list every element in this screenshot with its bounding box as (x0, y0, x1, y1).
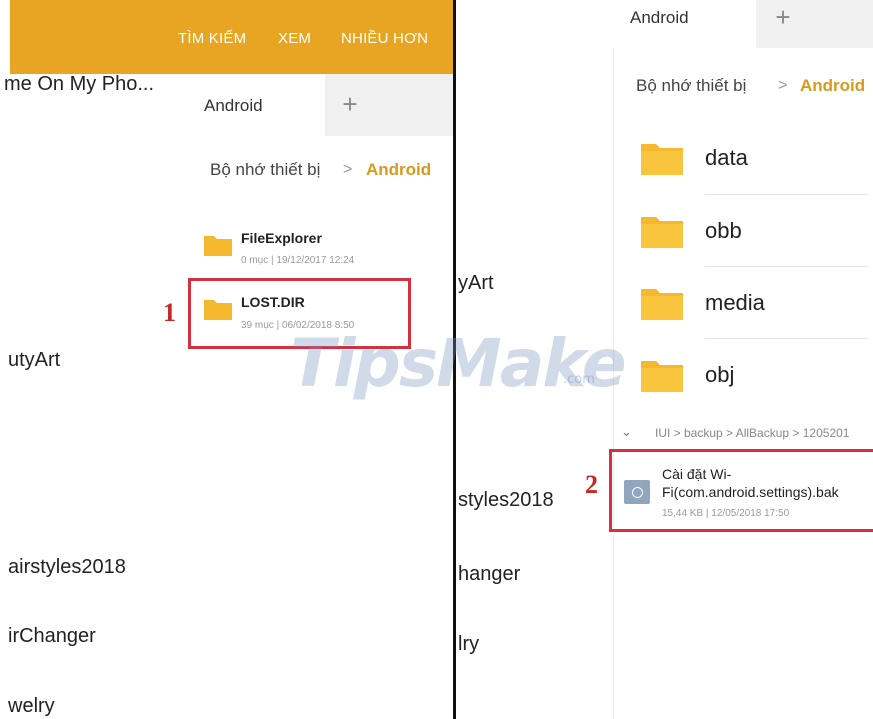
more-menu[interactable]: NHIỀU HƠN (341, 30, 428, 47)
tab-label: Android (204, 96, 263, 115)
row-divider (705, 338, 868, 339)
folder-name: data (705, 145, 748, 170)
list-item[interactable]: data (630, 130, 873, 194)
highlight-box (609, 449, 873, 532)
item-name: FileExplorer (241, 230, 322, 246)
backup-path: IUI > backup > AllBackup > 1205201 (655, 426, 850, 440)
bg-list-item[interactable]: styles2018 (458, 489, 554, 512)
tab-label: Android (630, 8, 689, 27)
folder-icon (641, 361, 683, 392)
app-toolbar: TÌM KIẾM XEM NHIỀU HƠN (10, 0, 456, 74)
list-item[interactable]: obj (630, 347, 873, 411)
bg-list-item[interactable]: irChanger (8, 625, 96, 648)
breadcrumb-separator: > (343, 161, 353, 178)
folder-icon (641, 144, 683, 175)
bg-list-item[interactable]: airstyles2018 (8, 556, 126, 579)
bg-list-item[interactable]: yArt (458, 272, 494, 295)
breadcrumb-current[interactable]: Android (366, 160, 431, 180)
bg-list-item[interactable]: welry (8, 695, 55, 718)
watermark: TipsMake (290, 325, 627, 402)
bg-list-item[interactable]: utyArt (8, 349, 60, 372)
breadcrumb-separator: > (778, 77, 788, 94)
view-menu[interactable]: XEM (278, 30, 311, 47)
step-number: 2 (585, 470, 598, 499)
bg-list-item[interactable]: lry (458, 633, 479, 656)
folder-icon (641, 217, 683, 248)
folder-icon (204, 236, 232, 256)
watermark-domain: .com (563, 372, 595, 387)
tab-android[interactable]: Android (613, 0, 756, 48)
folder-name: obj (705, 362, 735, 387)
folder-icon (641, 289, 683, 320)
row-divider (705, 266, 868, 267)
chevron-down-icon[interactable]: ⌄ (621, 424, 632, 440)
item-meta: 0 mục | 19/12/2017 12:24 (241, 255, 355, 266)
list-item[interactable]: media (630, 275, 873, 339)
tab-android[interactable]: Android (187, 74, 325, 136)
row-divider (705, 194, 868, 195)
folder-name: obb (705, 218, 742, 243)
folder-name: media (705, 290, 765, 315)
list-item[interactable]: obb (630, 203, 873, 267)
breadcrumb-current[interactable]: Android (800, 76, 865, 96)
bg-list-item[interactable]: me On My Pho... (4, 73, 154, 96)
step-number: 1 (163, 298, 176, 327)
plus-icon[interactable]: + (330, 84, 370, 124)
breadcrumb-root[interactable]: Bộ nhớ thiết bị (636, 76, 746, 96)
search-menu[interactable]: TÌM KIẾM (178, 30, 246, 47)
bg-list-item[interactable]: hanger (458, 563, 520, 586)
list-item[interactable]: FileExplorer 0 mục | 19/12/2017 12:24 (198, 225, 448, 270)
plus-icon[interactable]: + (765, 2, 801, 32)
breadcrumb-root[interactable]: Bộ nhớ thiết bị (210, 160, 320, 180)
